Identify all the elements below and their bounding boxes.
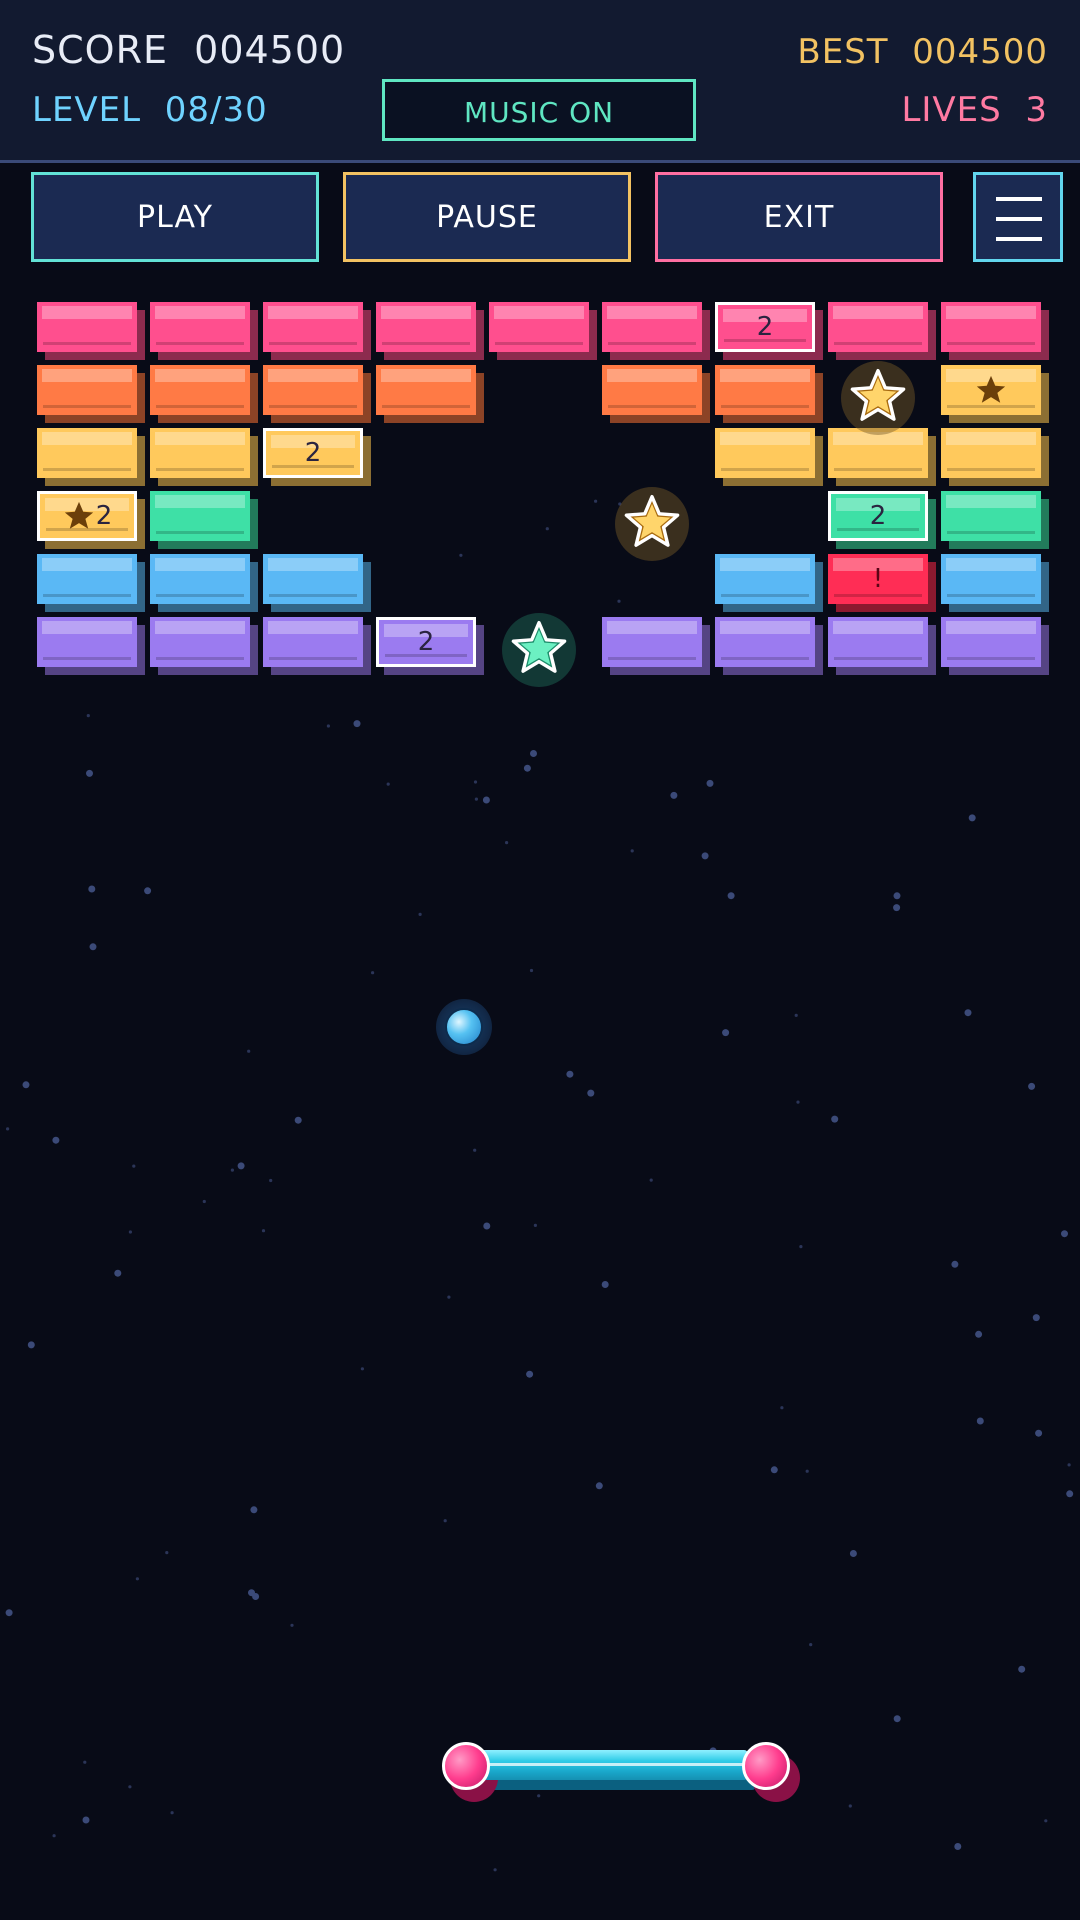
brick-yellow <box>941 428 1049 486</box>
score-display: SCORE 004500 <box>32 28 346 72</box>
brick-pink <box>37 302 145 360</box>
brick-green <box>150 491 258 549</box>
best-score-display: BEST 004500 <box>797 32 1048 72</box>
brick-orange <box>376 365 484 423</box>
brick-red: ! <box>828 554 936 612</box>
brick-yellow <box>828 428 936 486</box>
brick-blue <box>715 554 823 612</box>
brick-yellow: 2 <box>263 428 371 486</box>
brick-yellow: 2 <box>37 491 145 549</box>
brick-hit-label: ! <box>872 564 884 594</box>
brick-purple <box>150 617 258 675</box>
brick-orange <box>263 365 371 423</box>
brick-pink <box>263 302 371 360</box>
menu-button[interactable] <box>973 172 1063 262</box>
brick-purple <box>828 617 936 675</box>
brick-pink <box>828 302 936 360</box>
music-toggle-button[interactable]: MUSIC ON <box>382 79 696 141</box>
ball-icon <box>436 999 492 1055</box>
brick-yellow <box>150 428 258 486</box>
gold-star-icon <box>841 361 915 435</box>
brick-pink <box>941 302 1049 360</box>
paddle-icon[interactable] <box>440 1740 800 1802</box>
gold-star-icon <box>615 487 689 561</box>
brick-blue <box>150 554 258 612</box>
hud-bar: SCORE 004500 BEST 004500 LEVEL 08/30 LIV… <box>0 0 1080 163</box>
play-button[interactable]: PLAY <box>31 172 319 262</box>
star-icon <box>64 501 93 529</box>
brick-hit-label: 2 <box>417 627 435 657</box>
brick-blue <box>263 554 371 612</box>
brick-purple <box>941 617 1049 675</box>
starfield-background <box>5 386 1074 1872</box>
lives-display: LIVES 3 <box>901 90 1048 130</box>
brick-yellow <box>37 428 145 486</box>
brick-purple <box>602 617 710 675</box>
brick-pink <box>376 302 484 360</box>
brick-orange <box>150 365 258 423</box>
brick-pink <box>150 302 258 360</box>
brick-purple <box>715 617 823 675</box>
brick-yellow <box>941 365 1049 423</box>
brick-hit-label: 2 <box>304 438 322 468</box>
pause-button[interactable]: PAUSE <box>343 172 631 262</box>
brick-pink <box>602 302 710 360</box>
brick-hit-label: 2 <box>869 501 887 531</box>
brick-hit-label: 2 <box>756 312 774 342</box>
brick-orange <box>602 365 710 423</box>
green-star-icon <box>502 613 576 687</box>
brick-purple <box>263 617 371 675</box>
brick-pink <box>489 302 597 360</box>
brick-pink: 2 <box>715 302 823 360</box>
brick-orange <box>715 365 823 423</box>
exit-button[interactable]: EXIT <box>655 172 943 262</box>
brick-yellow <box>715 428 823 486</box>
brick-green: 2 <box>828 491 936 549</box>
brick-purple: 2 <box>376 617 484 675</box>
brick-blue <box>37 554 145 612</box>
brick-green <box>941 491 1049 549</box>
level-display: LEVEL 08/30 <box>32 90 268 130</box>
brick-orange <box>37 365 145 423</box>
star-icon <box>976 375 1006 403</box>
brick-blue <box>941 554 1049 612</box>
brick-hit-label: 2 <box>95 501 113 531</box>
brick-purple <box>37 617 145 675</box>
